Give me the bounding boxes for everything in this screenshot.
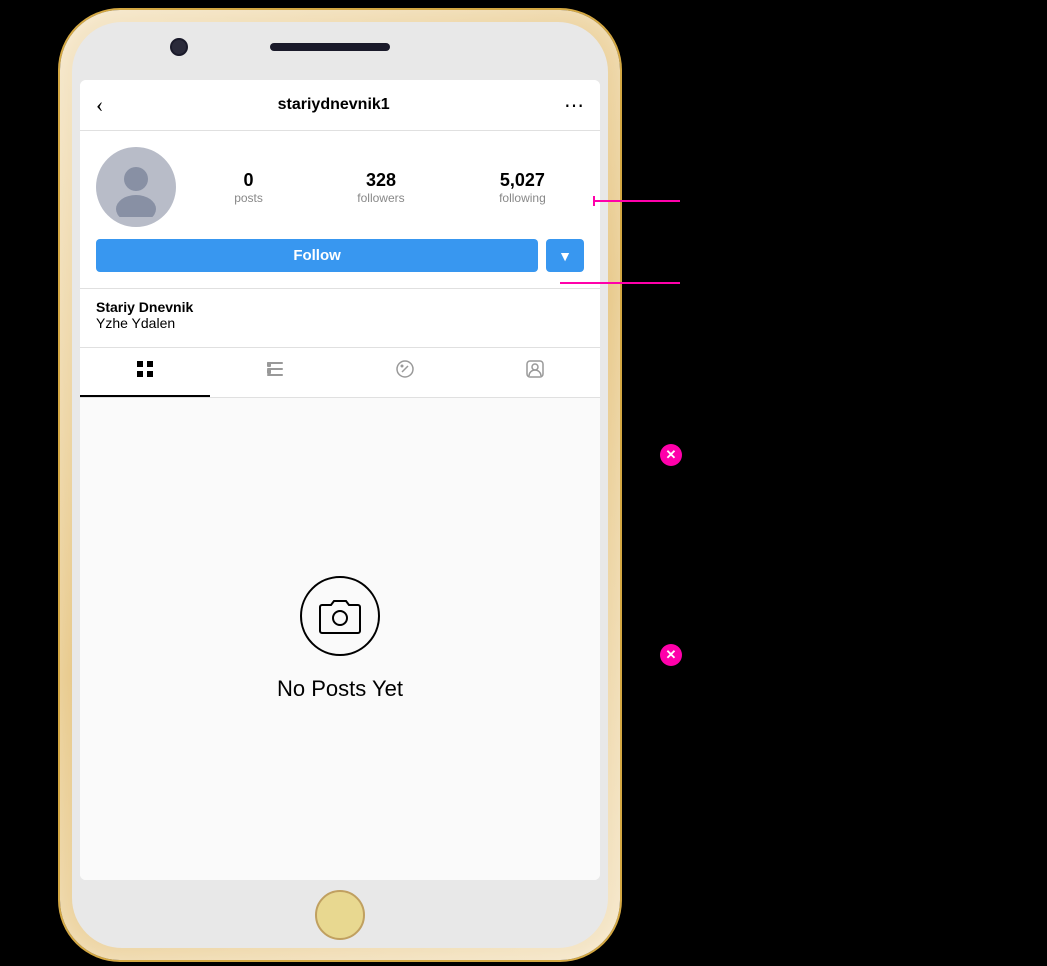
phone-camera [170,38,188,56]
bio-section: Stariy Dnevnik Yzhe Ydalen [80,289,600,348]
annotation-dot-1[interactable]: ✕ [660,444,682,466]
stats-container: 0 posts 328 followers 5,027 following [196,170,584,205]
profile-username: stariydnevnik1 [278,96,390,114]
person-icon [526,360,544,383]
annotation-dot-2[interactable]: ✕ [660,644,682,666]
follow-dropdown-button[interactable]: ▼ [546,239,584,272]
tab-grid[interactable] [80,348,210,397]
content-area: No Posts Yet [80,398,600,880]
tab-tag[interactable] [340,348,470,397]
annotation-line-following [560,282,680,284]
avatar [96,147,176,227]
no-posts-icon [300,576,380,656]
tab-bar [80,348,600,398]
phone-shell: ‹ stariydnevnik1 ⋯ 0 posts [60,10,620,960]
tab-list[interactable] [210,348,340,397]
stat-followers[interactable]: 328 followers [357,170,404,205]
app-header: ‹ stariydnevnik1 ⋯ [80,80,600,131]
bio-text: Yzhe Ydalen [96,315,584,331]
annotation-dot-1-icon: ✕ [666,447,677,463]
posts-count: 0 [244,170,254,191]
posts-label: posts [234,191,263,205]
annotation-dot-2-icon: ✕ [666,647,677,663]
tab-person[interactable] [470,348,600,397]
follow-button[interactable]: Follow [96,239,538,272]
phone-speaker [270,43,390,51]
profile-section: 0 posts 328 followers 5,027 following Fo… [80,131,600,289]
phone-screen: ‹ stariydnevnik1 ⋯ 0 posts [80,80,600,880]
back-button[interactable]: ‹ [96,92,103,118]
followers-label: followers [357,191,404,205]
annotation-line-username [595,200,680,202]
stat-following[interactable]: 5,027 following [499,170,546,205]
follow-row: Follow ▼ [96,239,584,272]
following-count: 5,027 [500,170,545,191]
phone-home-button[interactable] [315,890,365,940]
no-posts-text: No Posts Yet [277,676,403,702]
following-label: following [499,191,546,205]
profile-top-row: 0 posts 328 followers 5,027 following [96,147,584,227]
followers-count: 328 [366,170,396,191]
bio-name: Stariy Dnevnik [96,299,584,315]
more-options-icon[interactable]: ⋯ [564,93,584,118]
tag-icon [396,360,414,383]
stat-posts[interactable]: 0 posts [234,170,263,205]
list-icon [266,360,284,383]
grid-icon [136,360,154,383]
